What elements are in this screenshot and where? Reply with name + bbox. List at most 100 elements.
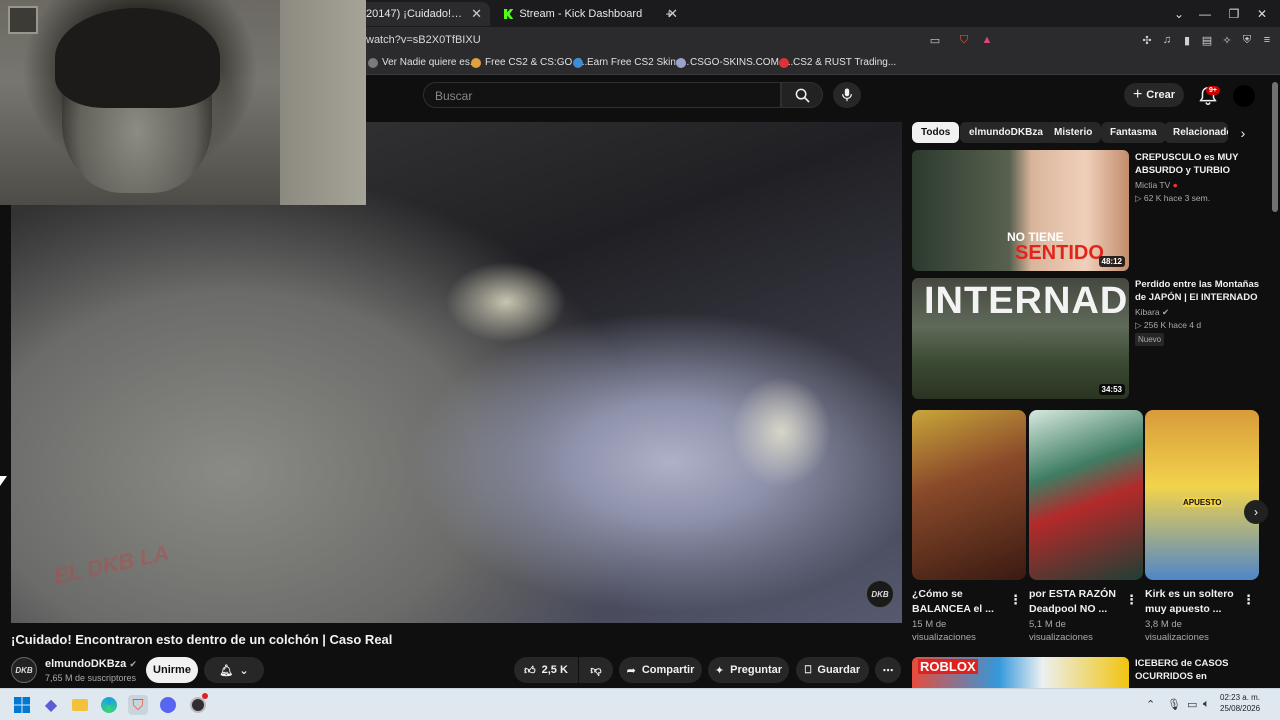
short-thumbnail[interactable]: APUESTO [1145,410,1259,580]
restore-button[interactable]: ❐ [1220,0,1248,27]
leo-ai-icon[interactable]: ✧ [1220,33,1234,47]
related-meta-text: 256 K hace 4 d [1143,320,1202,330]
tray-chevron-up-icon[interactable]: ⌃ [1146,698,1155,711]
bookmark-favicon-icon [779,57,789,68]
short-thumbnail[interactable] [1029,410,1143,580]
save-button[interactable]: ⎕ Guardar [796,657,869,683]
short-title[interactable]: ¿Cómo se BALANCEA el ... [912,587,1010,617]
extensions-icon[interactable]: ✣ [1140,33,1154,47]
obs-icon[interactable] [188,693,208,715]
media-icon[interactable]: ♫ [1160,33,1174,47]
bookmark-item[interactable]: Earn Free CS2 Skins... [573,57,689,68]
join-button[interactable]: Unirme [146,657,198,683]
windows-start-icon[interactable] [12,695,32,715]
search-input[interactable]: Buscar [423,82,781,108]
volume-tray-icon[interactable]: 🔈︎ [1203,698,1210,711]
cast-icon[interactable]: ▭ [928,33,942,47]
discord-logo-shape [160,697,176,713]
chevron-right-icon[interactable]: › [1232,122,1254,143]
related-video-title[interactable]: Perdido entre las Montañas de JAPÓN | El… [1135,278,1265,304]
like-button[interactable]: 👍︎ 2,5 K [514,657,578,683]
video-thumbnail[interactable]: INTERNADO 34:53 [912,278,1129,399]
bookmark-item[interactable]: Ver Nadie quiere es... [368,57,478,68]
bookmark-item[interactable]: CS2 & RUST Trading... [779,57,896,68]
streamer-headphones [55,8,220,108]
video-thumbnail[interactable]: NO TIENE SENTIDO 48:12 [912,150,1129,271]
dislike-button[interactable]: 👎︎ [579,657,613,683]
notification-count-badge: 9+ [1206,86,1220,95]
microphone-tray-icon[interactable]: 🎙︎ [1167,698,1181,711]
discord-icon[interactable] [158,695,178,715]
account-avatar[interactable] [1233,85,1255,107]
short-title[interactable]: por ESTA RAZÓN Deadpool NO ... [1029,587,1127,617]
brave-rewards-icon[interactable]: ▲ [980,33,994,47]
related-video-title[interactable]: CREPUSCULO es MUY ABSURDO y TURBIO [1135,151,1265,177]
close-tab-icon[interactable]: ✕ [471,6,482,22]
copilot-icon[interactable]: ◆ [41,695,61,715]
chip-todos[interactable]: Todos [912,122,960,143]
more-horizontal-icon: ⋯ [882,664,894,677]
background-wall [280,0,366,205]
bookmark-icon: ⎕ [804,663,812,676]
search-button[interactable] [781,82,823,108]
thumbnail-text: INTERNADO [924,280,1129,322]
brave-browser-icon[interactable]: ⛉ [128,695,148,715]
related-channel[interactable]: Mictia TV ● [1135,180,1178,190]
save-label: Guardar [817,664,861,676]
share-button[interactable]: ➦ Compartir [619,657,702,683]
ask-label: Preguntar [730,664,783,676]
new-tab-button[interactable]: + [655,0,683,27]
menu-icon[interactable]: ≡ [1260,33,1274,47]
bookmark-label: Ver Nadie quiere es... [382,57,479,68]
sidebar-icon[interactable]: ▮ [1180,33,1194,47]
network-tray-icon[interactable]: ▭ [1187,698,1197,711]
more-vertical-icon[interactable]: ⋮ [1125,592,1138,608]
chip-misterio[interactable]: Misterio [1045,122,1102,143]
tab-search-chevron-icon[interactable]: ⌄ [1165,0,1193,27]
ask-button[interactable]: ✦ Preguntar [708,657,789,683]
thumbnail-text: ROBLOX [918,659,978,674]
clock-time: 02:23 a. m. [1220,693,1261,702]
brave-shield-icon[interactable]: ⛉ [957,33,971,47]
video-duration: 34:53 [1098,384,1125,395]
channel-watermark-logo[interactable]: DKB [866,580,894,608]
short-title[interactable]: Kirk es un soltero muy apuesto ... [1145,587,1243,617]
create-button[interactable]: + Crear [1124,83,1184,107]
voice-search-button[interactable] [833,82,861,108]
system-clock[interactable]: 02:23 a. m. 25/08/2026 [1220,692,1260,714]
video-thumbnail[interactable]: ROBLOX [912,657,1129,688]
more-actions-button[interactable]: ⋯ [875,657,901,683]
video-watermark: EL DKB LA [51,540,172,589]
url-field[interactable]: watch?v=sB2X0TfBIXU [366,34,481,46]
chip-relacionado[interactable]: Relacionado [1164,122,1228,143]
wallet-icon[interactable]: ▤ [1200,33,1214,47]
edge-browser-icon[interactable] [99,695,119,715]
more-vertical-icon[interactable]: ⋮ [1242,592,1255,608]
channel-name[interactable]: elmundoDKBza ✔ [45,658,137,670]
vpn-icon[interactable]: ⛨ [1240,33,1254,47]
chip-channel[interactable]: elmundoDKBza [960,122,1052,143]
chevron-right-icon[interactable]: › [1244,500,1268,524]
bookmark-item[interactable]: CSGO-SKINS.COM -... [676,57,793,68]
related-meta-text: 62 K hace 3 sem. [1143,193,1211,203]
minimize-button[interactable]: — [1191,0,1219,27]
short-thumbnail[interactable] [912,410,1026,580]
bookmark-label: Earn Free CS2 Skins... [587,57,690,68]
related-video-title[interactable]: ICEBERG de CASOS OCURRIDOS en [1135,657,1265,688]
page-scrollbar[interactable] [1272,82,1278,212]
related-channel[interactable]: Kibara ✔ [1135,307,1169,318]
plus-icon: + [1132,86,1143,103]
file-explorer-icon[interactable] [70,695,90,715]
close-window-button[interactable]: ✕ [1248,0,1276,27]
bell-ring-icon: 🔔︎ [219,664,234,677]
subscribed-bell-button[interactable]: 🔔︎ ⌄ [204,657,264,683]
more-vertical-icon[interactable]: ⋮ [1009,592,1022,608]
windows-logo-icon [14,697,30,713]
tab-title: 20147) ¡Cuidado! Encontraron [366,8,463,20]
short-views: 5,1 M de visualizaciones [1029,619,1093,643]
folder-shape [72,699,88,711]
tab-youtube-video[interactable]: 20147) ¡Cuidado! Encontraron ✕ [358,2,490,26]
related-meta: ▷ 256 K hace 4 d [1135,320,1201,331]
chip-fantasma[interactable]: Fantasma [1101,122,1166,143]
channel-avatar[interactable]: DKB [11,657,37,683]
